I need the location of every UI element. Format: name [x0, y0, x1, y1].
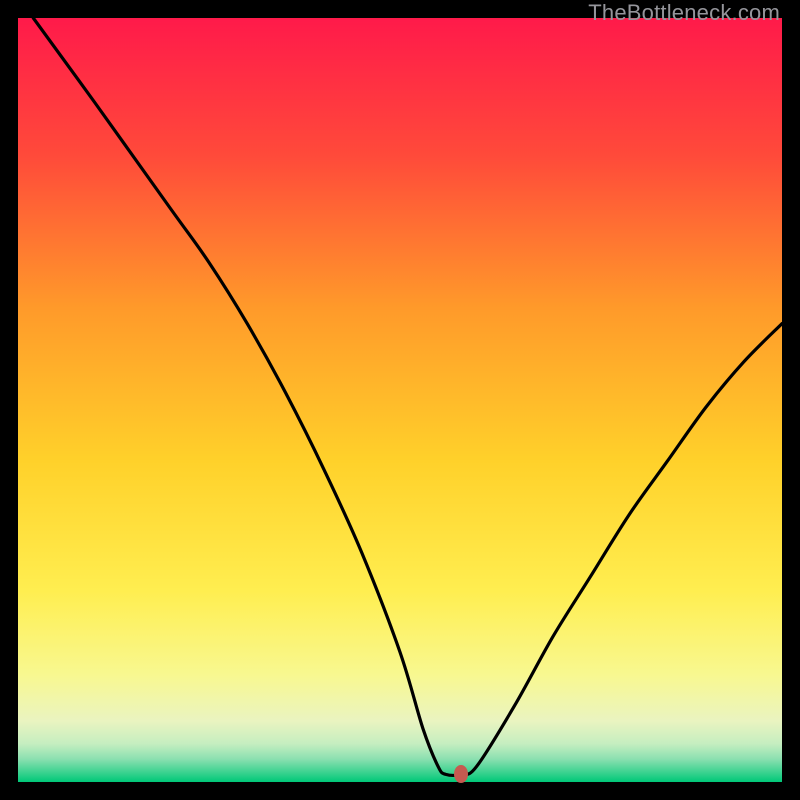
gradient-background	[18, 18, 782, 782]
bottleneck-plot	[18, 18, 782, 782]
watermark-text: TheBottleneck.com	[588, 0, 780, 26]
chart-frame	[18, 18, 782, 782]
